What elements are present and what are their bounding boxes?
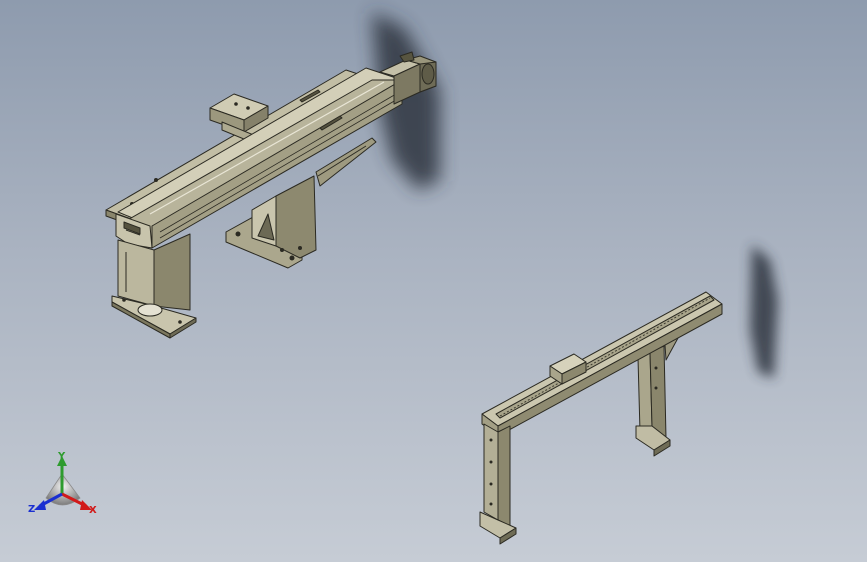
z-axis-arrowhead (34, 500, 46, 510)
x-axis-label: X (89, 505, 97, 516)
guide-rail-assembly[interactable] (479, 291, 723, 545)
model-scene[interactable] (0, 0, 867, 562)
front-support-leg[interactable] (111, 233, 197, 339)
top-beam[interactable] (481, 291, 723, 437)
shadow-small-assembly (750, 245, 778, 378)
left-leg[interactable] (479, 423, 517, 545)
y-axis-label: Y (58, 451, 66, 462)
graphics-viewport[interactable]: Y X Z (0, 0, 867, 562)
linear-module-assembly[interactable] (105, 51, 437, 339)
view-orientation-triad[interactable] (34, 456, 92, 510)
z-axis-label: Z (28, 504, 36, 515)
